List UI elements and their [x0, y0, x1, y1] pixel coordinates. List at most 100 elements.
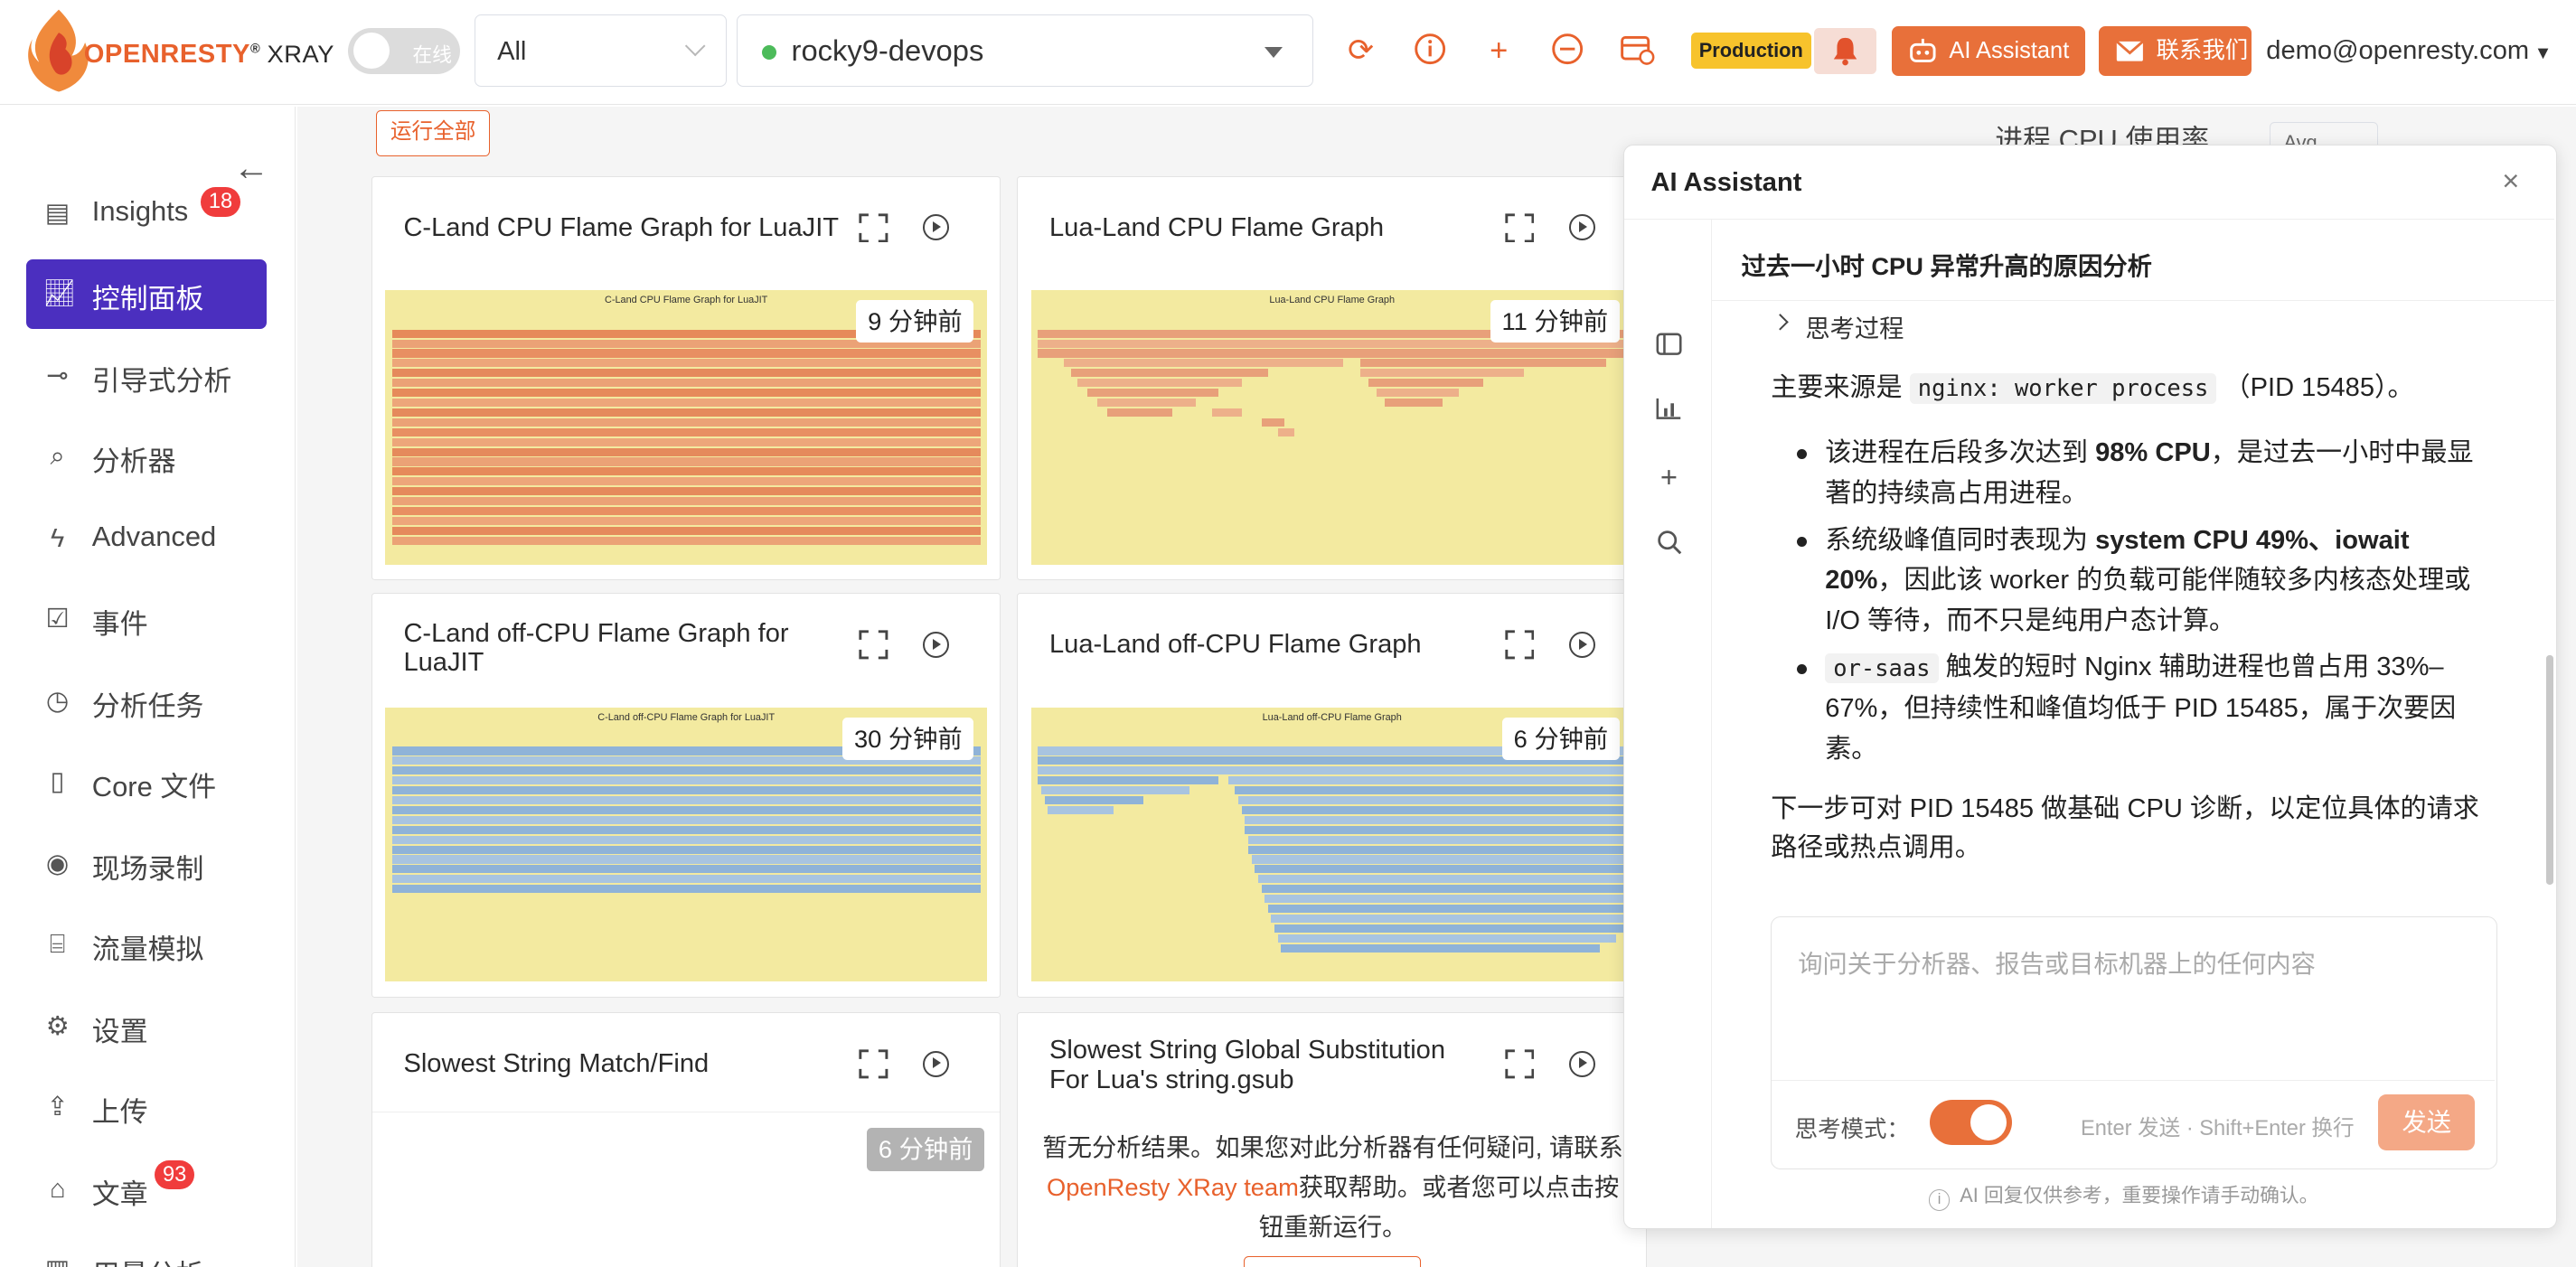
- environment-badge: Production: [1690, 33, 1811, 70]
- think-mode-label: 思考模式：: [1794, 1117, 1910, 1143]
- chevron-right-icon[interactable]: [1772, 314, 1789, 331]
- articles-count-badge: 93: [154, 1159, 195, 1190]
- sidebar-item-settings[interactable]: ⚙ 设置: [26, 992, 266, 1061]
- contact-us-button[interactable]: 联系我们: [2098, 26, 2252, 76]
- send-button[interactable]: 发送: [2378, 1094, 2476, 1150]
- chart-line-icon: 📈︎: [42, 279, 77, 309]
- brand-text: OPENRESTY® XRAY: [83, 39, 334, 69]
- expand-icon[interactable]: [1504, 630, 1535, 660]
- rerun-button[interactable]: [1243, 1256, 1421, 1267]
- usage-icon: ▥: [42, 1255, 72, 1267]
- xray-team-link[interactable]: OpenResty XRay team: [1047, 1173, 1299, 1201]
- graduation-cap-icon: ⌂: [49, 1174, 66, 1204]
- rerun-icon[interactable]: [1568, 632, 1595, 659]
- search-icon[interactable]: [1654, 529, 1684, 558]
- card-title: Lua-Land CPU Flame Graph: [1048, 212, 1385, 242]
- upload-icon: ⇪: [46, 1093, 69, 1122]
- last-run-time: 6 分钟前: [1501, 717, 1620, 760]
- close-icon[interactable]: ×: [2502, 164, 2519, 198]
- expand-icon[interactable]: [1504, 212, 1535, 243]
- last-run-time: 9 分钟前: [856, 299, 974, 343]
- rerun-icon[interactable]: [1568, 214, 1595, 241]
- ai-panel-rail: +: [1624, 219, 1712, 1229]
- sidebar-item-articles[interactable]: ⌂ 文章 93: [26, 1155, 266, 1224]
- last-run-time: 6 分钟前: [867, 1128, 985, 1171]
- expand-icon[interactable]: [859, 212, 888, 243]
- ai-panel-title: AI Assistant: [1650, 168, 1802, 198]
- sidebar-toggle-icon[interactable]: [1654, 333, 1684, 362]
- new-chat-icon[interactable]: +: [1654, 462, 1684, 493]
- last-run-time: 11 分钟前: [1490, 299, 1620, 343]
- sidebar-item-analyzers[interactable]: ⌕ 分析器: [26, 422, 266, 491]
- card-title: C-Land CPU Flame Graph for LuaJIT: [403, 212, 840, 242]
- ai-disclaimer: i AI 回复仅供参考，重要操作请手动确认。: [1928, 1180, 2318, 1211]
- file-search-icon: ⌸: [49, 930, 66, 960]
- card-lua-land-cpu-flame-graph: Lua-Land CPU Flame Graph Lua-Land CPU Fl…: [1017, 175, 1647, 580]
- rerun-icon[interactable]: [923, 632, 950, 659]
- thinking-process-toggle[interactable]: 思考过程: [1805, 308, 1904, 344]
- billing-icon[interactable]: [1619, 33, 1655, 69]
- list-item: or-saas 触发的短时 Nginx 辅助进程也曾占用 33%–67%，但持续…: [1771, 647, 2494, 769]
- expand-icon[interactable]: [859, 630, 888, 660]
- bell-icon: [1834, 37, 1857, 66]
- rerun-icon[interactable]: [923, 1050, 950, 1077]
- online-toggle-label: 在线: [412, 42, 452, 66]
- sidebar-item-advanced[interactable]: ϟ Advanced: [26, 504, 266, 573]
- info-icon: i: [1928, 1189, 1951, 1211]
- next-step-paragraph: 下一步可对 PID 15485 做基础 CPU 诊断，以定位具体的请求路径或热点…: [1771, 793, 2479, 863]
- empty-result-message: 暂无分析结果。如果您对此分析器有任何疑问, 请联系OpenResty XRay …: [1042, 1133, 1623, 1241]
- think-mode-toggle[interactable]: [1929, 1099, 2012, 1146]
- sidebar-item-usage-analysis[interactable]: ▥用量分析: [26, 1235, 266, 1267]
- rerun-icon[interactable]: [1568, 1050, 1595, 1077]
- sidebar: ← ▤ Insights 18 📈︎ 控制面板 ⊸ 引导式分析 ⌕ 分析器 ϟ Advanc…: [0, 107, 296, 1267]
- ai-panel-header: AI Assistant ×: [1624, 145, 2555, 220]
- top-header: OPENRESTY® XRAY 在线 All rocky9-devops ⟳ + …: [0, 0, 2576, 106]
- filter-select[interactable]: All: [475, 14, 727, 88]
- openresty-xray-logo[interactable]: OPENRESTY® XRAY: [23, 6, 334, 95]
- clock-icon: ◷: [45, 686, 70, 716]
- flame-graph-thumbnail[interactable]: Lua-Land off-CPU Flame Graph 6 分钟前: [1030, 707, 1633, 982]
- run-all-button[interactable]: 运行全部: [376, 109, 490, 156]
- last-run-time: 30 分钟前: [842, 717, 974, 760]
- list-item: 该进程在后段多次达到 98% CPU，是过去一小时中最显著的持续高占用进程。: [1771, 433, 2494, 513]
- sidebar-item-dashboard[interactable]: 📈︎ 控制面板: [26, 259, 267, 329]
- card-slowest-string-gsub: Slowest String Global Substitution For L…: [1017, 1012, 1647, 1267]
- rerun-icon[interactable]: [923, 214, 950, 241]
- bar-chart-icon[interactable]: [1654, 397, 1684, 427]
- add-icon[interactable]: +: [1481, 33, 1517, 69]
- sidebar-item-upload[interactable]: ⇪ 上传: [26, 1073, 266, 1141]
- card-title: C-Land off-CPU Flame Graph for LuaJIT: [403, 618, 789, 678]
- flame-graph-thumbnail[interactable]: Lua-Land CPU Flame Graph 11 分钟前: [1030, 289, 1633, 565]
- chat-input[interactable]: 询问关于分析器、报告或目标机器上的任何内容: [1798, 943, 2316, 980]
- online-toggle[interactable]: 在线: [348, 27, 461, 74]
- remove-icon[interactable]: [1550, 33, 1586, 69]
- expand-icon[interactable]: [1504, 1049, 1535, 1079]
- card-lua-land-off-cpu-flame-graph: Lua-Land off-CPU Flame Graph Lua-Land of…: [1017, 593, 1647, 998]
- answer-bullets: 该进程在后段多次达到 98% CPU，是过去一小时中最显著的持续高占用进程。 系…: [1771, 433, 2494, 775]
- sidebar-item-core-files[interactable]: ▯ Core 文件: [26, 747, 266, 816]
- flame-graph-thumbnail[interactable]: C-Land off-CPU Flame Graph for LuaJIT 30…: [385, 707, 987, 982]
- flame-graph-thumbnail[interactable]: C-Land CPU Flame Graph for LuaJIT 9 分钟前: [385, 289, 987, 565]
- sidebar-item-live-recording[interactable]: ◉ 现场录制: [26, 830, 266, 898]
- ai-assistant-button[interactable]: AI Assistant: [1891, 26, 2086, 76]
- file-binary-icon: ▯: [50, 767, 65, 797]
- info-icon[interactable]: [1412, 33, 1448, 69]
- sidebar-item-traffic-simulation[interactable]: ⌸ 流量模拟: [26, 910, 266, 979]
- sidebar-item-events[interactable]: ☑ 事件: [26, 585, 266, 653]
- card-title: Lua-Land off-CPU Flame Graph: [1048, 630, 1422, 660]
- magnifier-icon: ⌕: [50, 442, 65, 472]
- notifications-button[interactable]: [1814, 27, 1877, 74]
- machine-select[interactable]: rocky9-devops: [736, 14, 1313, 88]
- user-menu[interactable]: demo@openresty.com ▼: [2266, 36, 2552, 66]
- card-c-land-off-cpu-flame-graph: C-Land off-CPU Flame Graph for LuaJIT C-…: [371, 593, 1001, 998]
- scrollbar[interactable]: [2546, 654, 2553, 886]
- sidebar-item-analysis-tasks[interactable]: ◷ 分析任务: [26, 667, 266, 736]
- caret-down-icon: [1264, 46, 1283, 58]
- keyboard-hint: Enter 发送 · Shift+Enter 换行: [2081, 1117, 2355, 1141]
- chat-input-box: 询问关于分析器、报告或目标机器上的任何内容 思考模式： Enter 发送 · S…: [1771, 915, 2497, 1169]
- sidebar-item-insights[interactable]: ▤ Insights 18: [26, 179, 266, 248]
- expand-icon[interactable]: [859, 1049, 888, 1079]
- card-title: Slowest String Global Substitution For L…: [1048, 1036, 1446, 1095]
- sidebar-item-guided-analysis[interactable]: ⊸ 引导式分析: [26, 342, 266, 410]
- refresh-icon[interactable]: ⟳: [1342, 33, 1378, 69]
